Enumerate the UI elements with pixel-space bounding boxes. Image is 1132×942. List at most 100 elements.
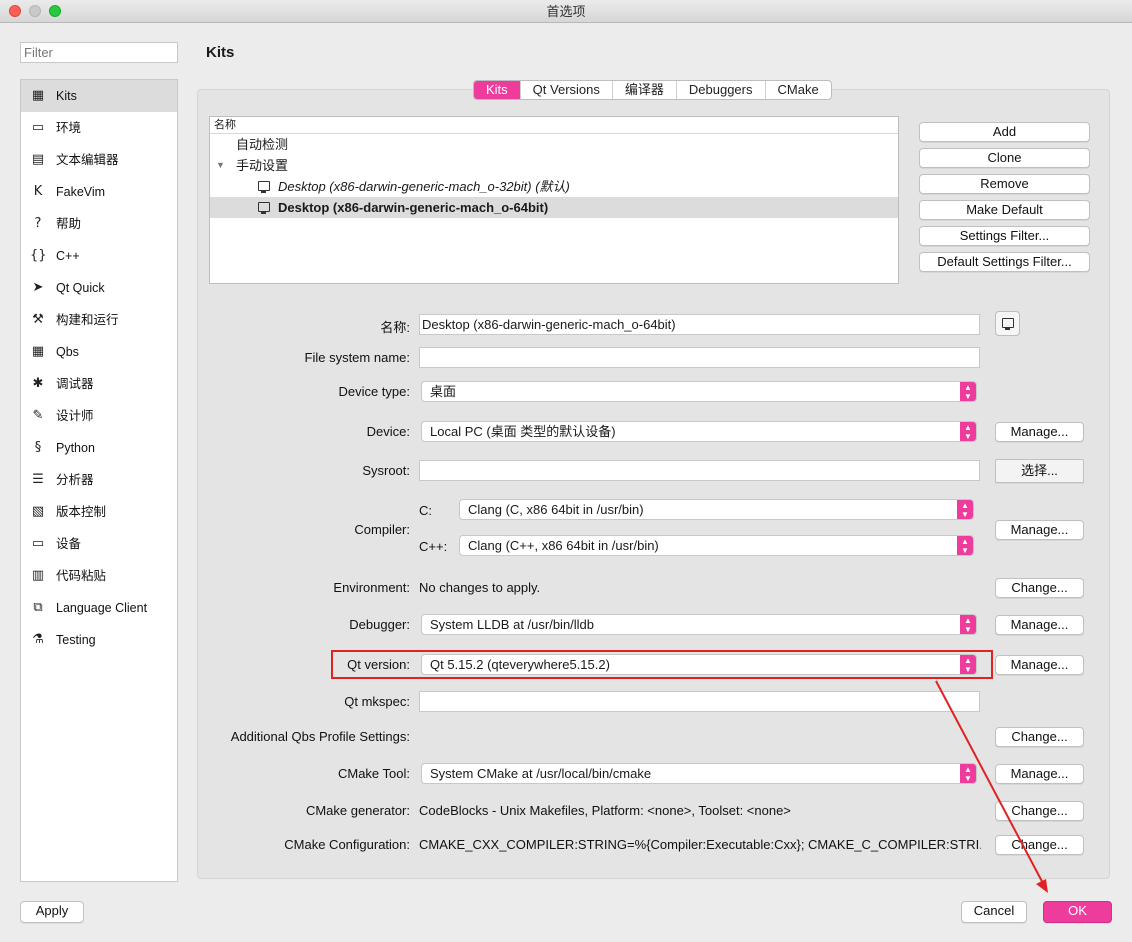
tab-cmake[interactable]: CMake: [766, 81, 831, 99]
device-select[interactable]: Local PC (桌面 类型的默认设备) ▲ ▼: [421, 421, 977, 442]
language-client-icon: ⧉: [33, 600, 43, 615]
qbs-profile-label: Additional Qbs Profile Settings:: [230, 729, 410, 744]
cmake-tool-select[interactable]: System CMake at /usr/local/bin/cmake ▲ ▼: [421, 763, 977, 784]
analyzer-icon: ☰: [32, 472, 44, 487]
environment-label: Environment:: [333, 580, 410, 595]
apply-button[interactable]: Apply: [20, 901, 84, 923]
sidebar-item-label: 代码粘贴: [56, 569, 107, 583]
sidebar-item-label: Kits: [56, 89, 77, 103]
compiler-cpp-label: C++:: [419, 539, 448, 554]
hammer-icon: ⚒: [32, 312, 44, 327]
qt-version-select[interactable]: Qt 5.15.2 (qteverywhere5.15.2) ▲ ▼: [421, 654, 977, 675]
chevron-updown-icon: ▲ ▼: [960, 382, 976, 401]
sidebar-item-designer[interactable]: ✎ 设计师: [21, 400, 177, 432]
qt-version-manage-button[interactable]: Manage...: [995, 655, 1084, 675]
ok-button[interactable]: OK: [1043, 901, 1112, 923]
filter-input[interactable]: [20, 42, 178, 63]
sidebar-item-code-pasting[interactable]: ▥ 代码粘贴: [21, 560, 177, 592]
sysroot-browse-button[interactable]: 选择...: [995, 459, 1084, 483]
minimize-window-button[interactable]: [29, 5, 41, 17]
qt-mkspec-field[interactable]: [419, 691, 980, 712]
sidebar-item-language-client[interactable]: ⧉ Language Client: [21, 592, 177, 624]
tab-kits[interactable]: Kits: [474, 81, 521, 99]
cmake-generator-change-button[interactable]: Change...: [995, 801, 1084, 821]
add-kit-button[interactable]: Add: [919, 122, 1090, 142]
remove-kit-button[interactable]: Remove: [919, 174, 1090, 194]
monitor-icon: ▭: [31, 120, 45, 135]
sidebar-item-label: C++: [56, 249, 80, 263]
sidebar-item-qt-quick[interactable]: ➤ Qt Quick: [21, 272, 177, 304]
sidebar-item-qbs[interactable]: ▦ Qbs: [21, 336, 177, 368]
debugger-select[interactable]: System LLDB at /usr/bin/lldb ▲ ▼: [421, 614, 977, 635]
sysroot-label: Sysroot:: [362, 463, 410, 478]
settings-filter-button[interactable]: Settings Filter...: [919, 226, 1090, 246]
kit-tree[interactable]: 名称 自动检测 ▼ 手动设置 Desktop (x86-darwin-generi…: [209, 116, 899, 284]
maximize-window-button[interactable]: [49, 5, 61, 17]
debugger-manage-button[interactable]: Manage...: [995, 615, 1084, 635]
cmake-tool-manage-button[interactable]: Manage...: [995, 764, 1084, 784]
sidebar-item-fakevim[interactable]: K FakeVim: [21, 176, 177, 208]
tab-compilers[interactable]: 编译器: [613, 81, 677, 99]
sidebar-item-analyzer[interactable]: ☰ 分析器: [21, 464, 177, 496]
sidebar-item-debugger[interactable]: ✱ 调试器: [21, 368, 177, 400]
default-settings-filter-button[interactable]: Default Settings Filter...: [919, 252, 1090, 272]
fs-name-field[interactable]: [419, 347, 980, 368]
window-titlebar: 首选项: [0, 0, 1132, 23]
monitor-icon: [1002, 318, 1014, 330]
sidebar-item-label: Qt Quick: [56, 281, 105, 295]
sidebar-item-label: Python: [56, 441, 95, 455]
kit-name-field[interactable]: Desktop (x86-darwin-generic-mach_o-64bit…: [419, 314, 980, 335]
preferences-sidebar: ▦ Kits ▭ 环境 ▤ 文本编辑器 K FakeVim ? 帮助 {} C++ ➤ Qt …: [20, 79, 178, 882]
cmake-config-change-button[interactable]: Change...: [995, 835, 1084, 855]
cmake-tool-label: CMake Tool:: [337, 766, 410, 781]
sidebar-item-version-control[interactable]: ▧ 版本控制: [21, 496, 177, 528]
chevron-updown-icon: ▲ ▼: [960, 422, 976, 441]
environment-change-button[interactable]: Change...: [995, 578, 1084, 598]
sidebar-item-label: 设备: [56, 537, 82, 551]
kits-icon: ▦: [31, 88, 45, 103]
clone-kit-button[interactable]: Clone: [919, 148, 1090, 168]
sidebar-item-devices[interactable]: ▭ 设备: [21, 528, 177, 560]
tree-column-header: 名称: [210, 117, 898, 134]
sidebar-item-label: FakeVim: [56, 185, 106, 199]
sidebar-item-label: 帮助: [56, 217, 82, 231]
sidebar-item-build-run[interactable]: ⚒ 构建和运行: [21, 304, 177, 336]
sidebar-item-label: 版本控制: [56, 505, 107, 519]
sidebar-item-label: 环境: [56, 121, 82, 135]
device-manage-button[interactable]: Manage...: [995, 422, 1084, 442]
sidebar-item-testing[interactable]: ⚗ Testing: [21, 624, 177, 656]
cancel-button[interactable]: Cancel: [961, 901, 1027, 923]
device-icon: ▭: [31, 536, 45, 551]
device-label: Device:: [366, 424, 410, 439]
tree-group-manual[interactable]: ▼ 手动设置: [210, 155, 898, 176]
tree-group-auto-detected[interactable]: 自动检测: [210, 134, 898, 155]
environment-value: No changes to apply.: [419, 580, 541, 595]
sidebar-item-label: 构建和运行: [56, 313, 119, 327]
disclosure-triangle-icon[interactable]: ▼: [216, 155, 225, 176]
cmake-generator-label: CMake generator:: [305, 803, 410, 818]
chevron-updown-icon: ▲ ▼: [957, 536, 973, 555]
tab-debuggers[interactable]: Debuggers: [677, 81, 766, 99]
sidebar-item-help[interactable]: ? 帮助: [21, 208, 177, 240]
kit-row-64bit[interactable]: Desktop (x86-darwin-generic-mach_o-64bit…: [210, 197, 898, 218]
tab-qt-versions[interactable]: Qt Versions: [521, 81, 613, 99]
sidebar-item-cpp[interactable]: {} C++: [21, 240, 177, 272]
kit-row-32bit[interactable]: Desktop (x86-darwin-generic-mach_o-32bit…: [210, 176, 898, 197]
kit-icon-button[interactable]: [995, 311, 1020, 336]
sidebar-item-text-editor[interactable]: ▤ 文本编辑器: [21, 144, 177, 176]
text-editor-icon: ▤: [31, 152, 45, 167]
compiler-c-select[interactable]: Clang (C, x86 64bit in /usr/bin) ▲ ▼: [459, 499, 974, 520]
cmake-tool-value: System CMake at /usr/local/bin/cmake: [430, 766, 652, 781]
qbs-change-button[interactable]: Change...: [995, 727, 1084, 747]
device-type-select[interactable]: 桌面 ▲ ▼: [421, 381, 977, 402]
sidebar-item-kits[interactable]: ▦ Kits: [21, 80, 177, 112]
sidebar-item-python[interactable]: § Python: [21, 432, 177, 464]
debugger-value: System LLDB at /usr/bin/lldb: [430, 617, 595, 632]
device-value: Local PC (桌面 类型的默认设备): [430, 424, 616, 439]
make-default-button[interactable]: Make Default: [919, 200, 1090, 220]
compiler-cpp-select[interactable]: Clang (C++, x86 64bit in /usr/bin) ▲ ▼: [459, 535, 974, 556]
close-window-button[interactable]: [9, 5, 21, 17]
sysroot-field[interactable]: [419, 460, 980, 481]
compiler-manage-button[interactable]: Manage...: [995, 520, 1084, 540]
sidebar-item-environment[interactable]: ▭ 环境: [21, 112, 177, 144]
